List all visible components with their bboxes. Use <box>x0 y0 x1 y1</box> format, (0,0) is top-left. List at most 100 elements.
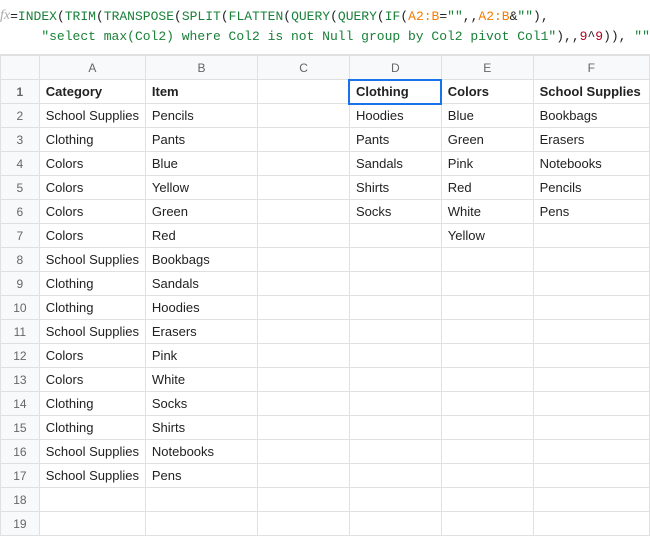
cell[interactable] <box>533 368 649 392</box>
cell[interactable] <box>258 320 350 344</box>
cell[interactable]: Blue <box>441 104 533 128</box>
row-header[interactable]: 17 <box>1 464 40 488</box>
cell[interactable]: Item <box>145 80 257 104</box>
cell[interactable] <box>258 368 350 392</box>
cell[interactable] <box>258 464 350 488</box>
column-header-c[interactable]: C <box>258 56 350 80</box>
cell[interactable] <box>533 320 649 344</box>
cell[interactable]: Erasers <box>145 320 257 344</box>
cell[interactable] <box>533 296 649 320</box>
cell[interactable] <box>258 128 350 152</box>
cell[interactable]: School Supplies <box>39 248 145 272</box>
cell[interactable]: Socks <box>145 392 257 416</box>
cell[interactable] <box>441 248 533 272</box>
cell[interactable]: Colors <box>39 176 145 200</box>
row-header[interactable]: 16 <box>1 440 40 464</box>
row-header[interactable]: 9 <box>1 272 40 296</box>
column-header-e[interactable]: E <box>441 56 533 80</box>
row-header[interactable]: 15 <box>1 416 40 440</box>
cell[interactable]: Socks <box>349 200 441 224</box>
cell[interactable]: Bookbags <box>145 248 257 272</box>
cell[interactable] <box>533 248 649 272</box>
cell[interactable]: Bookbags <box>533 104 649 128</box>
cell[interactable] <box>441 416 533 440</box>
cell[interactable]: Blue <box>145 152 257 176</box>
cell[interactable] <box>258 296 350 320</box>
cell[interactable] <box>441 512 533 536</box>
cell[interactable] <box>349 416 441 440</box>
cell[interactable] <box>349 296 441 320</box>
row-header[interactable]: 4 <box>1 152 40 176</box>
cell[interactable]: Red <box>441 176 533 200</box>
cell[interactable] <box>258 152 350 176</box>
cell[interactable] <box>441 344 533 368</box>
row-header[interactable]: 13 <box>1 368 40 392</box>
cell[interactable]: White <box>441 200 533 224</box>
cell[interactable] <box>349 488 441 512</box>
cell[interactable]: Category <box>39 80 145 104</box>
cell[interactable] <box>349 392 441 416</box>
row-header[interactable]: 18 <box>1 488 40 512</box>
cell[interactable] <box>258 416 350 440</box>
cell[interactable]: Erasers <box>533 128 649 152</box>
row-header[interactable]: 14 <box>1 392 40 416</box>
row-header[interactable]: 5 <box>1 176 40 200</box>
cell[interactable]: Colors <box>441 80 533 104</box>
cell[interactable] <box>533 272 649 296</box>
cell[interactable] <box>258 176 350 200</box>
formula-input[interactable]: =INDEX(TRIM(TRANSPOSE(SPLIT(FLATTEN(QUER… <box>10 6 650 46</box>
cell[interactable]: Clothing <box>39 272 145 296</box>
cell[interactable] <box>258 440 350 464</box>
cell[interactable] <box>39 512 145 536</box>
cell[interactable] <box>533 392 649 416</box>
cell[interactable] <box>258 488 350 512</box>
cell[interactable]: Clothing <box>39 392 145 416</box>
cell[interactable]: Clothing <box>349 80 441 104</box>
cell[interactable] <box>258 344 350 368</box>
cell[interactable]: Colors <box>39 224 145 248</box>
row-header[interactable]: 8 <box>1 248 40 272</box>
cell[interactable]: Green <box>145 200 257 224</box>
cell[interactable] <box>349 344 441 368</box>
cell[interactable]: Shirts <box>349 176 441 200</box>
cell[interactable] <box>349 368 441 392</box>
cell[interactable]: Yellow <box>441 224 533 248</box>
row-header[interactable]: 10 <box>1 296 40 320</box>
cell[interactable]: Colors <box>39 152 145 176</box>
cell[interactable]: Pants <box>349 128 441 152</box>
cell[interactable] <box>145 488 257 512</box>
cell[interactable] <box>441 368 533 392</box>
cell[interactable]: Hoodies <box>145 296 257 320</box>
cell[interactable] <box>533 416 649 440</box>
cell[interactable]: Pens <box>533 200 649 224</box>
cell[interactable] <box>349 320 441 344</box>
cell[interactable] <box>258 272 350 296</box>
cell[interactable]: Notebooks <box>533 152 649 176</box>
cell[interactable]: Shirts <box>145 416 257 440</box>
cell[interactable] <box>533 464 649 488</box>
cell[interactable]: Clothing <box>39 128 145 152</box>
cell[interactable]: Yellow <box>145 176 257 200</box>
cell[interactable]: Colors <box>39 368 145 392</box>
cell[interactable]: Notebooks <box>145 440 257 464</box>
cell[interactable]: Pants <box>145 128 257 152</box>
cell[interactable]: Sandals <box>145 272 257 296</box>
spreadsheet-grid[interactable]: ABCDEF 1CategoryItemClothingColorsSchool… <box>0 55 650 536</box>
cell[interactable] <box>533 344 649 368</box>
row-header[interactable]: 19 <box>1 512 40 536</box>
cell[interactable] <box>258 248 350 272</box>
cell[interactable] <box>258 512 350 536</box>
row-header[interactable]: 3 <box>1 128 40 152</box>
cell[interactable] <box>258 104 350 128</box>
column-header-d[interactable]: D <box>349 56 441 80</box>
cell[interactable] <box>349 224 441 248</box>
row-header[interactable]: 1 <box>1 80 40 104</box>
cell[interactable] <box>533 488 649 512</box>
column-header-b[interactable]: B <box>145 56 257 80</box>
cell[interactable]: Green <box>441 128 533 152</box>
cell[interactable] <box>441 488 533 512</box>
cell[interactable]: Pencils <box>145 104 257 128</box>
cell[interactable] <box>441 464 533 488</box>
cell[interactable] <box>441 440 533 464</box>
cell[interactable] <box>258 392 350 416</box>
